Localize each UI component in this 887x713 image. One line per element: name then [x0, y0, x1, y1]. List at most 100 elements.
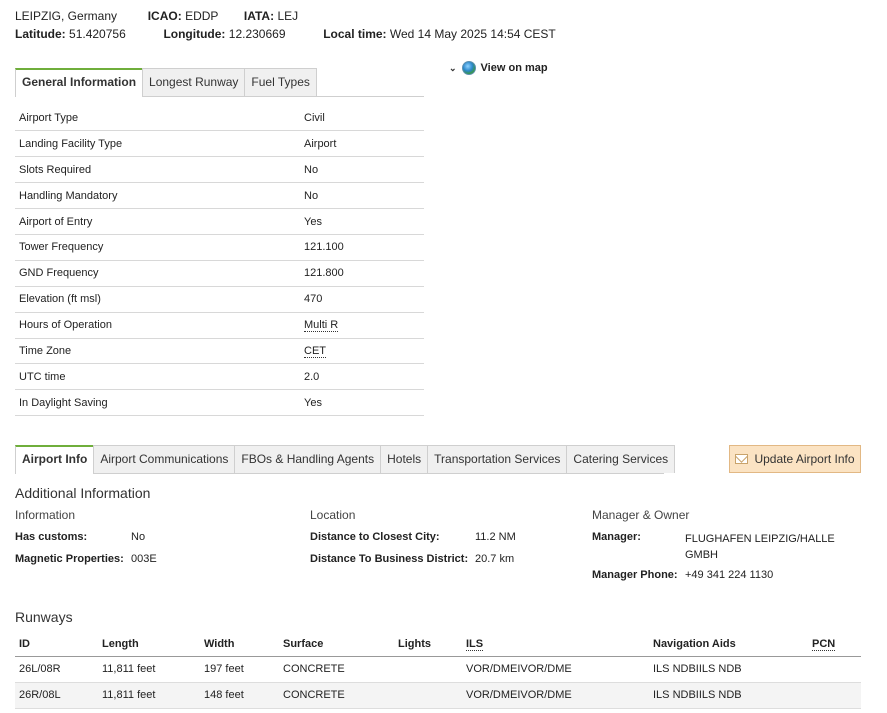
magnetic-properties-label: Magnetic Properties: — [15, 553, 124, 565]
tab-transportation-services[interactable]: Transportation Services — [427, 445, 568, 473]
info-row-label: Handling Mandatory — [15, 182, 304, 210]
icao-value: EDDP — [185, 9, 219, 23]
magnetic-properties-value: 003E — [131, 553, 157, 565]
info-row-value-cell: Civil — [304, 105, 424, 132]
info-row-value: Airport — [304, 137, 337, 150]
info-row-value-cell: Yes — [304, 208, 424, 235]
info-row: Slots Required No — [15, 156, 424, 184]
info-row-value: Yes — [304, 396, 322, 409]
city-label: LEIPZIG, Germany — [15, 9, 118, 23]
info-row-value[interactable]: Multi R — [304, 319, 339, 333]
info-row-value: Civil — [304, 111, 325, 124]
tab-hotels[interactable]: Hotels — [380, 445, 429, 473]
info-row-label: Airport of Entry — [15, 208, 304, 235]
information-subtitle: Information — [15, 508, 76, 522]
info-row-value-cell: Yes — [304, 389, 424, 417]
general-information-table: Airport Type Civil Landing Facility Type Ai… — [15, 105, 424, 417]
info-row-value-cell: Airport — [304, 130, 424, 158]
runways-col-label[interactable]: ILS — [466, 637, 484, 651]
runways-col-header: Lights — [394, 632, 462, 657]
manager-phone-label: Manager Phone: — [592, 569, 678, 581]
runways-col-header: ILS — [462, 632, 649, 657]
tab-airport-info[interactable]: Airport Info — [15, 445, 95, 474]
longitude-label: Longitude: — [163, 27, 226, 41]
info-row-value: 121.100 — [304, 241, 344, 254]
info-row-label: GND Frequency — [15, 260, 304, 287]
runway-cell: VOR/DMEIVOR/DME — [462, 656, 649, 683]
view-on-map-link[interactable]: ⌄ View on map — [449, 61, 548, 75]
runway-cell: 148 feet — [200, 682, 279, 709]
icao-label: ICAO: — [147, 9, 182, 23]
table-row: 26L/08R 11,811 feet 197 feet CONCRETE VOR/DM… — [15, 656, 861, 683]
runways-col-label: ID — [19, 637, 30, 650]
info-row-value: No — [304, 189, 319, 202]
info-row-value: 470 — [304, 293, 323, 306]
tab-longest-runway[interactable]: Longest Runway — [142, 68, 246, 96]
airport-tabs: Airport Info Airport Communications FBOs… — [15, 445, 676, 474]
tab-catering-services[interactable]: Catering Services — [566, 445, 676, 473]
info-row: Tower Frequency 121.100 — [15, 234, 424, 261]
chevron-down-icon: ⌄ — [449, 62, 457, 73]
info-row: UTC time 2.0 — [15, 363, 424, 391]
info-row-value-cell: 121.100 — [304, 234, 424, 261]
info-row-label: Airport Type — [15, 105, 304, 132]
runways-col-label: Length — [102, 637, 139, 650]
info-row-label: In Daylight Saving — [15, 389, 304, 417]
view-on-map-label: View on map — [480, 62, 548, 74]
runway-cell: 11,811 feet — [98, 682, 200, 709]
runway-cell: 26R/08L — [15, 682, 98, 709]
runways-col-header: Navigation Aids — [649, 632, 808, 657]
info-row-value-cell: No — [304, 156, 424, 184]
longitude-value: 12.230669 — [228, 27, 286, 41]
runways-col-label[interactable]: PCN — [812, 637, 836, 651]
tab-fbos-handling-agents[interactable]: FBOs & Handling Agents — [234, 445, 382, 473]
has-customs-label: Has customs: — [15, 531, 88, 543]
runways-col-label: Width — [204, 637, 235, 650]
runway-cell: 11,811 feet — [98, 656, 200, 683]
distance-business-district-label: Distance To Business District: — [310, 553, 469, 565]
info-row: Handling Mandatory No — [15, 182, 424, 210]
envelope-icon — [735, 454, 749, 464]
table-row: 26R/08L 11,811 feet 148 feet CONCRETE VOR/DM… — [15, 682, 861, 709]
distance-business-district-value: 20.7 km — [475, 553, 515, 565]
info-row-value-cell: No — [304, 182, 424, 210]
additional-information-title: Additional Information — [15, 485, 151, 501]
runways-table: ID Length Width Surface Lights ILS Navigation … — [15, 632, 861, 709]
manager-phone-value: +49 341 224 1130 — [685, 569, 774, 581]
info-row-label: Tower Frequency — [15, 234, 304, 261]
globe-icon — [461, 61, 476, 75]
info-row-label: Elevation (ft msl) — [15, 286, 304, 313]
runway-cell — [808, 656, 861, 683]
info-row: Landing Facility Type Airport — [15, 130, 424, 158]
info-row-value[interactable]: CET — [304, 344, 326, 358]
info-row-label: Slots Required — [15, 156, 304, 184]
info-row-value-cell: 121.800 — [304, 260, 424, 287]
runway-cell: 26L/08R — [15, 656, 98, 683]
info-row-label: UTC time — [15, 363, 304, 391]
runways-col-label: Navigation Aids — [653, 637, 736, 650]
runways-col-header: PCN — [808, 632, 861, 657]
latitude-label: Latitude: — [15, 27, 66, 41]
info-row-label: Hours of Operation — [15, 312, 304, 339]
info-row-value: No — [304, 163, 319, 176]
runway-cell — [808, 682, 861, 709]
info-row-value-cell: CET — [304, 338, 424, 365]
info-row: Hours of Operation Multi R — [15, 312, 424, 339]
info-tabs: General Information Longest Runway Fuel … — [15, 68, 424, 97]
info-row: GND Frequency 121.800 — [15, 260, 424, 287]
tab-airport-communications[interactable]: Airport Communications — [93, 445, 236, 473]
tab-general-information[interactable]: General Information — [15, 68, 144, 97]
distance-closest-city-label: Distance to Closest City: — [310, 531, 440, 543]
local-time-value: Wed 14 May 2025 14:54 CEST — [389, 27, 556, 41]
info-row-label: Time Zone — [15, 338, 304, 365]
runways-col-label: Surface — [283, 637, 324, 650]
runways-col-header: ID — [15, 632, 98, 657]
header-line-1: LEIPZIG, Germany ICAO: EDDP IATA: LEJ — [15, 9, 298, 23]
tab-fuel-types[interactable]: Fuel Types — [244, 68, 317, 96]
update-airport-info-button[interactable]: Update Airport Info — [729, 445, 861, 473]
runways-col-label: Lights — [398, 637, 431, 650]
runway-cell: ILS NDBIILS NDB — [649, 656, 808, 683]
info-row: In Daylight Saving Yes — [15, 389, 424, 417]
runway-cell — [394, 682, 462, 709]
distance-closest-city-value: 11.2 NM — [475, 531, 516, 543]
